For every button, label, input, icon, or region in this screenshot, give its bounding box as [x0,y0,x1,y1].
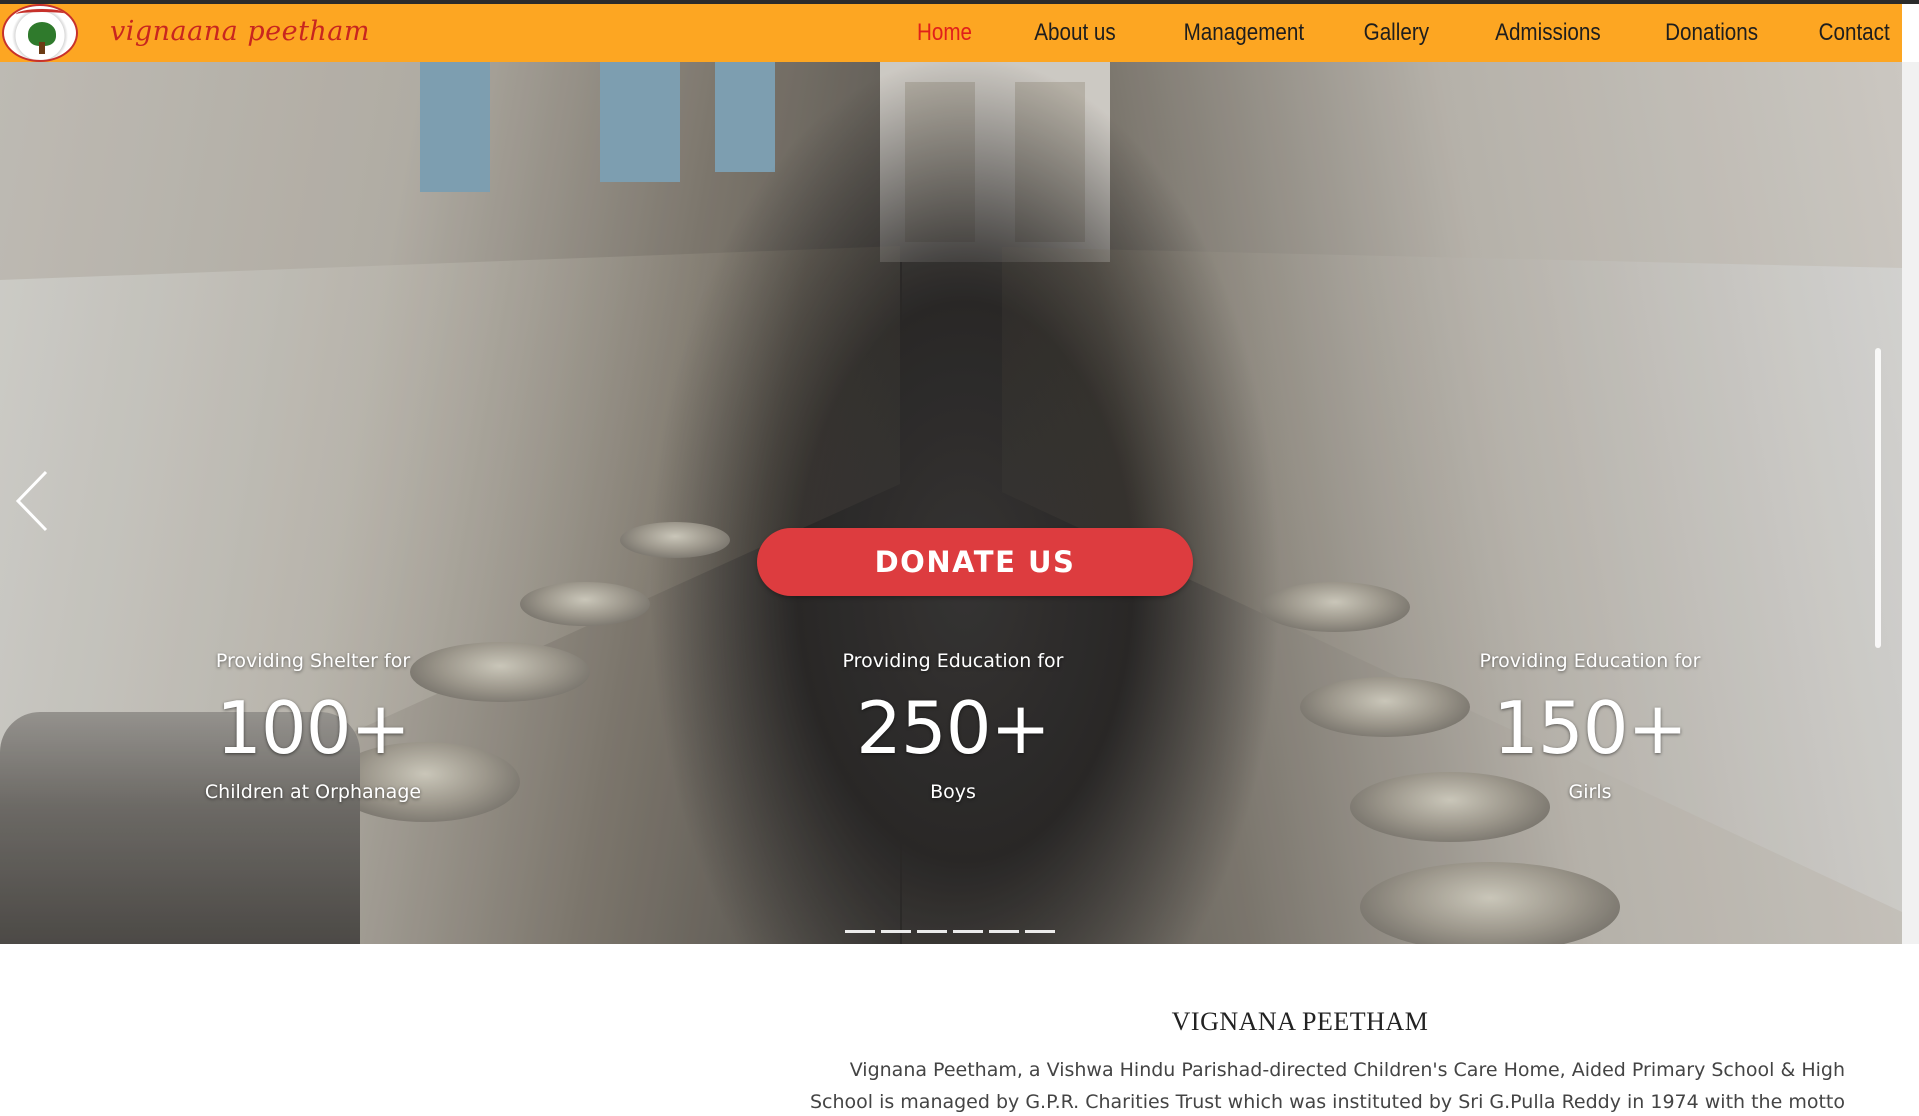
page: vignaana peetham Home About us Managemen… [0,0,1919,1116]
stat-boys: Providing Education for 250+ Boys [773,650,1133,820]
chevron-left-stroke [16,470,48,532]
nav-item-home[interactable]: Home [917,19,972,47]
chevron-left-icon[interactable] [16,470,48,532]
carousel-indicator[interactable] [953,930,983,933]
logo-arc-top [16,9,68,20]
stat-prefix: Providing Shelter for [215,650,411,672]
about-title: VIGNANA PEETHAM [1171,1007,1429,1036]
stat-number: 250+ [856,686,1051,770]
logo-arc-bottom [18,52,66,60]
nav-item-admissions[interactable]: Admissions [1496,19,1602,47]
nav-item-donations[interactable]: Donations [1665,19,1758,47]
logo-emblem[interactable] [2,4,78,62]
nav-item-about-us[interactable]: About us [1034,19,1115,47]
stat-number: 100+ [216,686,411,770]
stat-suffix: Boys [930,781,976,803]
carousel-indicator[interactable] [1025,930,1055,933]
stat-prefix: Providing Education for [842,650,1064,672]
carousel-indicator[interactable] [845,930,875,933]
nav-item-contact[interactable]: Contact [1819,19,1890,47]
stat-suffix: Girls [1568,781,1612,803]
carousel-indicator[interactable] [917,930,947,933]
about-section: VIGNANA PEETHAM Vignana Peetham, a Vishw… [0,944,1919,1116]
carousel-scroll-handle[interactable] [1875,348,1881,648]
stat-girls: Providing Education for 150+ Girls [1410,650,1770,820]
nav-item-management[interactable]: Management [1184,19,1304,47]
carousel-indicator[interactable] [881,930,911,933]
navbar: vignaana peetham Home About us Managemen… [0,4,1902,62]
donate-button[interactable]: DONATE US [757,528,1193,596]
about-text: Vignana Peetham, a Vishwa Hindu Parishad… [809,1059,1845,1113]
carousel-indicator[interactable] [989,930,1019,933]
stat-prefix: Providing Education for [1479,650,1701,672]
nav-menu: Home About us Management Gallery Admissi… [859,4,1890,62]
stat-number: 150+ [1493,686,1688,770]
nav-item-gallery[interactable]: Gallery [1364,19,1429,47]
brand-name[interactable]: vignaana peetham [110,16,370,47]
stat-suffix: Children at Orphanage [204,781,422,803]
stat-children: Providing Shelter for 100+ Children at O… [133,650,493,820]
carousel-indicators [845,930,1061,933]
